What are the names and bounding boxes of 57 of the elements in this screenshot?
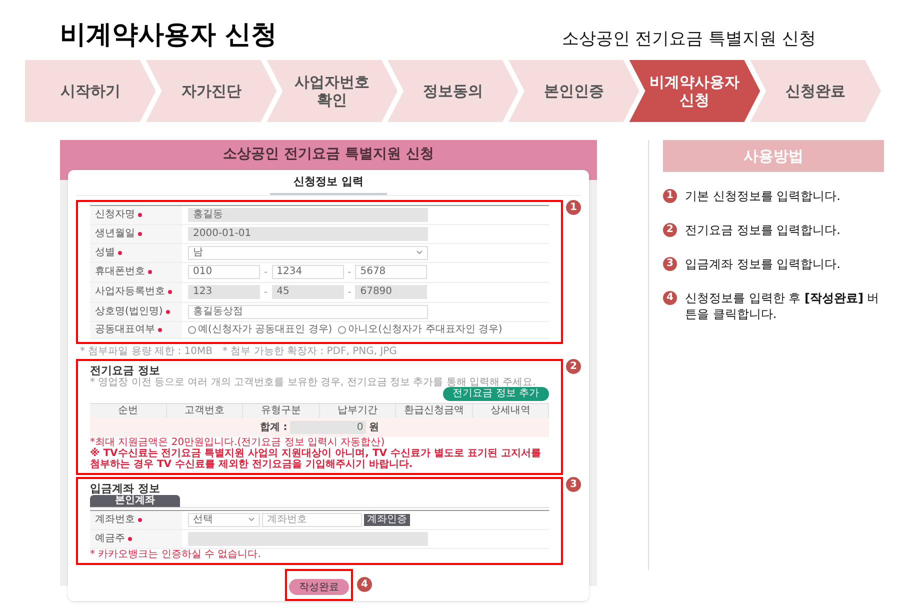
step-number-marker: 4: [663, 291, 677, 305]
number-marker: 4: [357, 577, 372, 592]
row-label: 성별: [90, 244, 182, 262]
verify-account-button[interactable]: 계좌인증: [364, 514, 410, 526]
step-number-marker: 2: [663, 223, 677, 237]
number-marker: 1: [566, 200, 581, 214]
banner-title: 소상공인 전기요금 특별지원 신청: [223, 146, 434, 162]
chevron-down-icon: [248, 517, 255, 522]
number-marker: 2: [566, 358, 581, 374]
total-unit: 원: [369, 420, 380, 434]
notice-text: *최대 지원금액은 20만원입니다.(전기요금 정보 입력시 자동합산): [90, 436, 386, 448]
notice-text: ※ TV수신료는 전기요금 특별지원 사업의 지원대상이 아니며, TV 수신료가 별도로 표기된 고지서를 첨부하는 경우 TV 수신료를 제외한 전기요금을 기입해주시기 바랍니다.: [90, 448, 542, 470]
step-number-marker: 1: [663, 189, 677, 203]
select-field[interactable]: 남: [188, 246, 428, 260]
separator-text: -: [348, 286, 352, 300]
row-label: 예금주: [90, 530, 182, 548]
input-field[interactable]: 010: [188, 265, 260, 279]
submit-button[interactable]: 작성완료: [289, 579, 349, 595]
row-label: 휴대폰번호: [90, 262, 182, 282]
input-field[interactable]: 홍길동상점: [188, 304, 428, 318]
row-label: 사업자등록번호: [90, 282, 182, 302]
page-subtitle: 소상공인 전기요금 특별지원 신청: [562, 31, 816, 48]
total-field: 0: [290, 420, 366, 434]
select-field[interactable]: 선택: [188, 512, 260, 526]
separator-text: -: [264, 266, 268, 280]
file-note: * 첨부파일 용량 제한 : 10MB: [80, 346, 212, 356]
add-electricity-button[interactable]: 전기요금 정보 추가: [442, 386, 549, 400]
usage-text: 기본 신청정보를 입력합니다.: [685, 188, 840, 204]
section-hint: * 영업장 이전 등으로 여러 개의 고객번호를 보유한 경우, 전기요금 정보 추가를 통해 입력해 주세요.: [90, 376, 536, 388]
input-field[interactable]: 1234: [272, 265, 344, 279]
chevron-down-icon: [416, 250, 423, 255]
section-title: 입금계좌 정보: [90, 482, 161, 494]
usage-text: 전기요금 정보를 입력합니다.: [685, 222, 840, 238]
number-marker: 3: [566, 476, 581, 492]
separator-text: -: [348, 266, 352, 280]
account-tab[interactable]: 본인계좌: [90, 494, 180, 506]
total-label: 합계 :: [260, 420, 288, 434]
card-title: 신청정보 입력: [270, 174, 388, 194]
file-note: * 첨부 가능한 확장자 : PDF, PNG, JPG: [222, 346, 397, 356]
row-label: 신청자명: [90, 206, 182, 224]
notice-text: * 카카오뱅크는 인증하실 수 없습니다.: [90, 548, 262, 560]
usage-text: 입금계좌 정보를 입력합니다.: [685, 256, 840, 272]
usage-text: 신청정보를 입력한 후 [작성완료] 버튼을 클릭합니다.: [685, 290, 880, 322]
row-label: 공동대표여부: [90, 322, 182, 338]
step-number-marker: 3: [663, 257, 677, 271]
radio-option[interactable]: 예(신청자가 공동대표인 경우): [188, 324, 332, 336]
account-holder-field[interactable]: [188, 532, 428, 546]
row-label: 상호명(법인명): [90, 302, 182, 320]
radio-option[interactable]: 아니오(신청자가 주대표자인 경우): [338, 324, 502, 336]
separator-text: -: [264, 286, 268, 300]
row-label: 계좌번호: [90, 510, 182, 528]
usage-header: 사용방법: [663, 140, 884, 172]
account-number-input[interactable]: 계좌번호: [262, 512, 362, 526]
input-field[interactable]: 5678: [355, 265, 428, 279]
section-title: 전기요금 정보: [90, 364, 161, 376]
page-title: 비계약사용자 신청: [60, 22, 278, 48]
row-label: 생년월일: [90, 224, 182, 242]
